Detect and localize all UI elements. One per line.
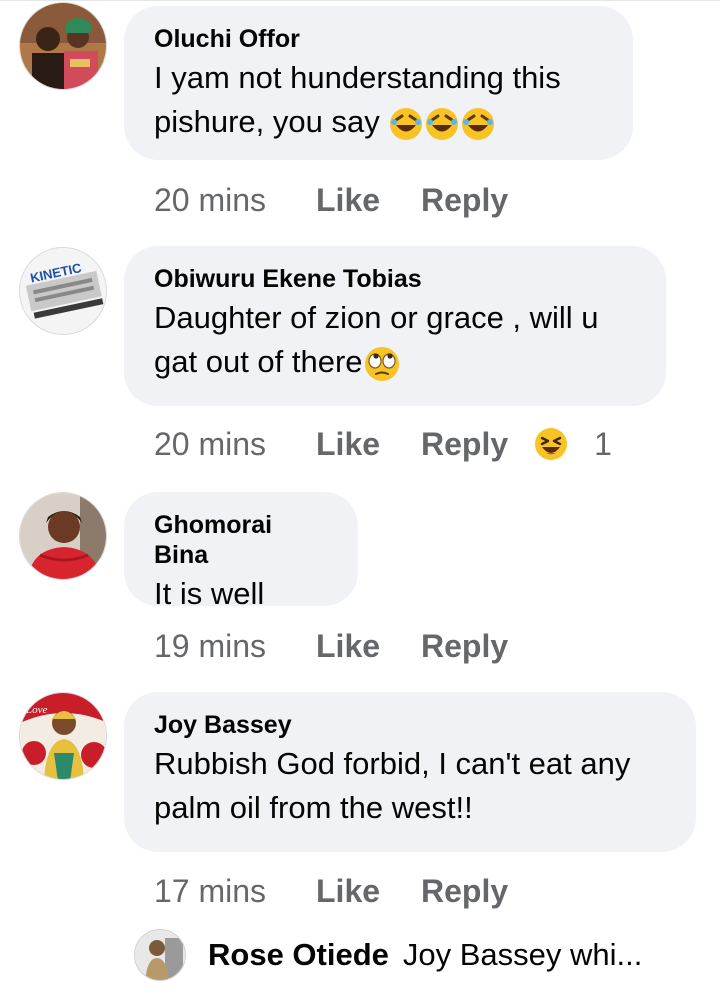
avatar[interactable] [134, 929, 186, 981]
comment-text-line: Rubbish God forbid, I can't eat any [154, 746, 631, 781]
like-button[interactable]: Like [316, 626, 421, 666]
reply-button[interactable]: Reply [421, 424, 508, 464]
comment-bubble: Obiwuru Ekene Tobias Daughter of zion or… [124, 246, 666, 406]
comment-timestamp[interactable]: 20 mins [154, 424, 316, 464]
comment-meta: 20 mins Like Reply 1 [154, 424, 612, 464]
comment-bubble: Oluchi Offor I yam not hunderstanding th… [124, 6, 633, 160]
laughing-emoji-group [380, 104, 497, 140]
reaction-count: 1 [594, 426, 612, 462]
eye-roll-emoji-icon [364, 346, 399, 381]
rofl-emoji-icon [462, 107, 495, 140]
comment-timestamp[interactable]: 17 mins [154, 871, 316, 911]
comment-author[interactable]: Ghomorai Bina [154, 510, 328, 570]
comment-text: Rubbish God forbid, I can't eat any palm… [154, 742, 666, 830]
rofl-emoji-icon [426, 107, 459, 140]
reply-author[interactable]: Rose Otiede [208, 937, 389, 973]
comment-bubble: Ghomorai Bina It is well [124, 492, 358, 611]
comment-timestamp[interactable]: 19 mins [154, 626, 316, 666]
comment-meta: 17 mins Like Reply [154, 871, 508, 911]
avatar[interactable] [19, 492, 107, 580]
comment-author[interactable]: Obiwuru Ekene Tobias [154, 264, 636, 294]
reply-button[interactable]: Reply [421, 180, 508, 220]
like-button[interactable]: Like [316, 871, 421, 911]
comment-meta: 20 mins Like Reply [154, 180, 508, 220]
comment-timestamp[interactable]: 20 mins [154, 180, 316, 220]
comment-text: I yam not hunderstanding this pishure, y… [154, 56, 603, 144]
comment-text: It is well [154, 576, 265, 611]
like-button[interactable]: Like [316, 180, 421, 220]
love-overlay-text: Love [25, 704, 48, 716]
comment-text-line: gat out of there [154, 344, 363, 379]
comment-text-line: I yam not hunderstanding this [154, 60, 561, 95]
haha-reaction-icon [535, 428, 568, 460]
avatar[interactable] [19, 2, 107, 90]
reply-button[interactable]: Reply [421, 871, 508, 911]
comment-text-line: pishure, you say [154, 104, 380, 139]
comment-text-line: palm oil from the west!! [154, 790, 473, 825]
reply-preview[interactable]: Rose Otiede Joy Bassey whi... [134, 928, 642, 982]
avatar[interactable]: Love [19, 692, 107, 780]
avatar[interactable]: KINETIC [19, 247, 107, 335]
comment-text: Daughter of zion or grace , will u gat o… [154, 296, 636, 384]
reply-text: Joy Bassey whi... [402, 937, 643, 972]
comment-author[interactable]: Joy Bassey [154, 710, 666, 740]
comment-text-line: Daughter of zion or grace , will u [154, 300, 599, 335]
comment-author[interactable]: Oluchi Offor [154, 24, 603, 54]
like-button[interactable]: Like [316, 424, 421, 464]
reply-button[interactable]: Reply [421, 626, 508, 666]
rofl-emoji-icon [390, 107, 423, 140]
comment-meta: 19 mins Like Reply [154, 626, 508, 666]
comment-bubble: Joy Bassey Rubbish God forbid, I can't e… [124, 692, 696, 852]
reaction-summary[interactable]: 1 [534, 424, 612, 464]
